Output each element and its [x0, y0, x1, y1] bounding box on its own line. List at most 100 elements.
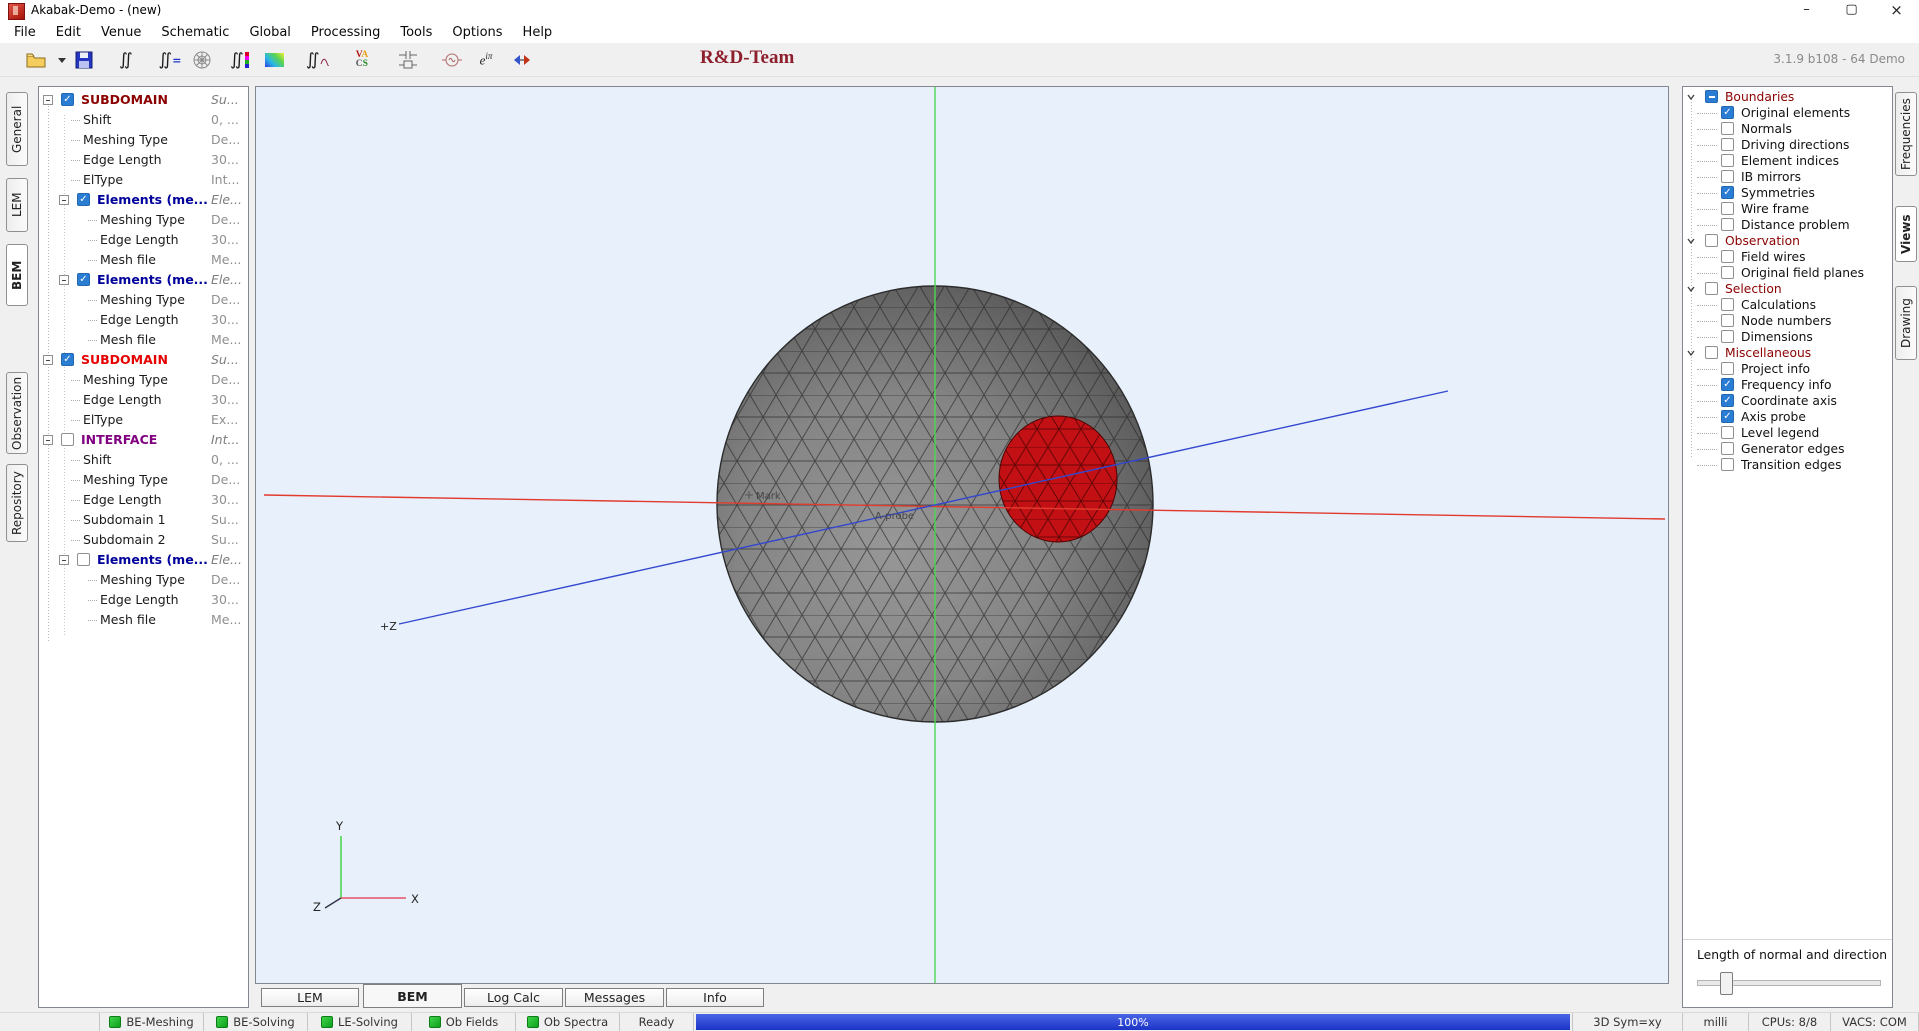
tree-expander[interactable]	[43, 355, 53, 365]
bem-tree-row[interactable]: ElTypeEx...	[39, 410, 248, 430]
lem-integral-icon[interactable]: ∫∫	[114, 48, 138, 72]
item-checkbox[interactable]	[1721, 202, 1734, 215]
item-checkbox[interactable]	[1721, 154, 1734, 167]
ac-source-icon[interactable]	[440, 48, 464, 72]
item-checkbox[interactable]	[1721, 298, 1734, 311]
views-item-row[interactable]: Original field planes	[1683, 265, 1892, 281]
views-item-row[interactable]: Normals	[1683, 121, 1892, 137]
left-tab-lem[interactable]: LEM	[6, 178, 28, 232]
item-checkbox[interactable]	[1721, 458, 1734, 471]
item-checkbox[interactable]	[1721, 362, 1734, 375]
bem-tree-row[interactable]: Edge Length30...	[39, 390, 248, 410]
item-checkbox[interactable]	[1721, 138, 1734, 151]
views-item-row[interactable]: Generator edges	[1683, 441, 1892, 457]
chevron-down-icon[interactable]	[1686, 236, 1696, 246]
views-group-row[interactable]: Boundaries	[1683, 89, 1892, 105]
menu-file[interactable]: File	[4, 22, 46, 43]
item-checkbox[interactable]	[1721, 250, 1734, 263]
bottom-tab-messages[interactable]: Messages	[565, 988, 664, 1007]
views-item-row[interactable]: Field wires	[1683, 249, 1892, 265]
bottom-tab-info[interactable]: Info	[666, 988, 764, 1007]
item-checkbox[interactable]: ✓	[1721, 186, 1734, 199]
swap-arrows-icon[interactable]	[510, 48, 534, 72]
views-group-row[interactable]: Observation	[1683, 233, 1892, 249]
views-item-row[interactable]: ✓Coordinate axis	[1683, 393, 1892, 409]
bem-tree-row[interactable]: Edge Length30...	[39, 150, 248, 170]
views-item-row[interactable]: Dimensions	[1683, 329, 1892, 345]
right-tab-frequencies[interactable]: Frequencies	[1895, 92, 1917, 176]
bem-tree-row[interactable]: Mesh fileMe...	[39, 330, 248, 350]
bottom-tab-log-calc[interactable]: Log Calc	[464, 988, 563, 1007]
tree-checkbox[interactable]: ✓	[77, 273, 90, 286]
item-checkbox[interactable]: ✓	[1721, 106, 1734, 119]
save-icon[interactable]	[72, 48, 96, 72]
tree-checkbox[interactable]: ✓	[61, 353, 74, 366]
bottom-tab-lem[interactable]: LEM	[261, 988, 359, 1007]
menu-global[interactable]: Global	[239, 22, 300, 43]
tree-checkbox[interactable]	[61, 433, 74, 446]
bem-tree-row[interactable]: Shift0, ...	[39, 110, 248, 130]
views-item-row[interactable]: Driving directions	[1683, 137, 1892, 153]
item-checkbox[interactable]	[1721, 266, 1734, 279]
chevron-down-icon[interactable]	[1686, 348, 1696, 358]
item-checkbox[interactable]	[1721, 218, 1734, 231]
viewport-3d[interactable]: +Z Mark A-probe Y X Z	[255, 86, 1669, 984]
item-checkbox[interactable]	[1721, 314, 1734, 327]
bem-tree-row[interactable]: Edge Length30...	[39, 230, 248, 250]
views-item-row[interactable]: Level legend	[1683, 425, 1892, 441]
bem-tree-row[interactable]: Meshing TypeDe...	[39, 570, 248, 590]
maximize-button[interactable]: ▢	[1829, 0, 1874, 22]
right-tab-views[interactable]: Views	[1895, 206, 1917, 262]
bem-tree-row[interactable]: Meshing TypeDe...	[39, 470, 248, 490]
group-checkbox[interactable]	[1705, 234, 1718, 247]
bem-tree-row[interactable]: Subdomain 2Su...	[39, 530, 248, 550]
chevron-down-icon[interactable]	[1686, 92, 1696, 102]
views-item-row[interactable]: ✓Frequency info	[1683, 377, 1892, 393]
views-item-row[interactable]: Element indices	[1683, 153, 1892, 169]
views-item-row[interactable]: ✓Axis probe	[1683, 409, 1892, 425]
bem-tree-row[interactable]: ✓SUBDOMAINSu...	[39, 350, 248, 370]
bem-tree-row[interactable]: ✓Elements (me...Ele...	[39, 190, 248, 210]
item-checkbox[interactable]: ✓	[1721, 378, 1734, 391]
item-checkbox[interactable]	[1721, 122, 1734, 135]
integral-spectrum-icon[interactable]: ∫∫	[306, 48, 330, 72]
slider-thumb[interactable]	[1720, 972, 1733, 995]
bem-tree-row[interactable]: Meshing TypeDe...	[39, 130, 248, 150]
views-item-row[interactable]: Transition edges	[1683, 457, 1892, 473]
euler-formula-icon[interactable]: eiπ	[474, 48, 498, 72]
tree-expander[interactable]	[43, 95, 53, 105]
integral-equals-icon[interactable]: ∫∫=	[158, 48, 182, 72]
left-tab-bem[interactable]: BEM	[6, 244, 28, 306]
chevron-down-icon[interactable]	[1686, 284, 1696, 294]
bem-tree-row[interactable]: Mesh fileMe...	[39, 250, 248, 270]
menu-processing[interactable]: Processing	[301, 22, 390, 43]
left-tab-general[interactable]: General	[6, 92, 28, 166]
views-item-row[interactable]: IB mirrors	[1683, 169, 1892, 185]
item-checkbox[interactable]	[1721, 330, 1734, 343]
bem-tree-row[interactable]: ✓SUBDOMAINSu...	[39, 90, 248, 110]
tree-expander[interactable]	[43, 435, 53, 445]
bem-tree-row[interactable]: ✓Elements (me...Ele...	[39, 270, 248, 290]
menu-help[interactable]: Help	[513, 22, 563, 43]
mesh-net-icon[interactable]	[190, 48, 214, 72]
colormap-icon[interactable]	[262, 48, 286, 72]
bem-tree-row[interactable]: Subdomain 1Su...	[39, 510, 248, 530]
tree-checkbox[interactable]	[77, 553, 90, 566]
views-item-row[interactable]: Calculations	[1683, 297, 1892, 313]
bem-tree-row[interactable]: ElTypeInt...	[39, 170, 248, 190]
integral-levels-icon[interactable]: ∫∫	[228, 48, 252, 72]
bem-tree-row[interactable]: Meshing TypeDe...	[39, 290, 248, 310]
normal-length-slider[interactable]	[1697, 980, 1881, 986]
views-item-row[interactable]: Project info	[1683, 361, 1892, 377]
group-checkbox[interactable]	[1705, 90, 1718, 103]
tree-expander[interactable]	[59, 555, 69, 565]
left-tab-observation[interactable]: Observation	[6, 372, 28, 454]
views-item-row[interactable]: Wire frame	[1683, 201, 1892, 217]
menu-options[interactable]: Options	[442, 22, 512, 43]
views-group-row[interactable]: Selection	[1683, 281, 1892, 297]
minimize-button[interactable]: –	[1784, 0, 1829, 22]
group-checkbox[interactable]	[1705, 282, 1718, 295]
bem-tree-row[interactable]: Elements (me...Ele...	[39, 550, 248, 570]
close-button[interactable]: ×	[1874, 0, 1919, 22]
bem-tree-row[interactable]: Edge Length30...	[39, 590, 248, 610]
